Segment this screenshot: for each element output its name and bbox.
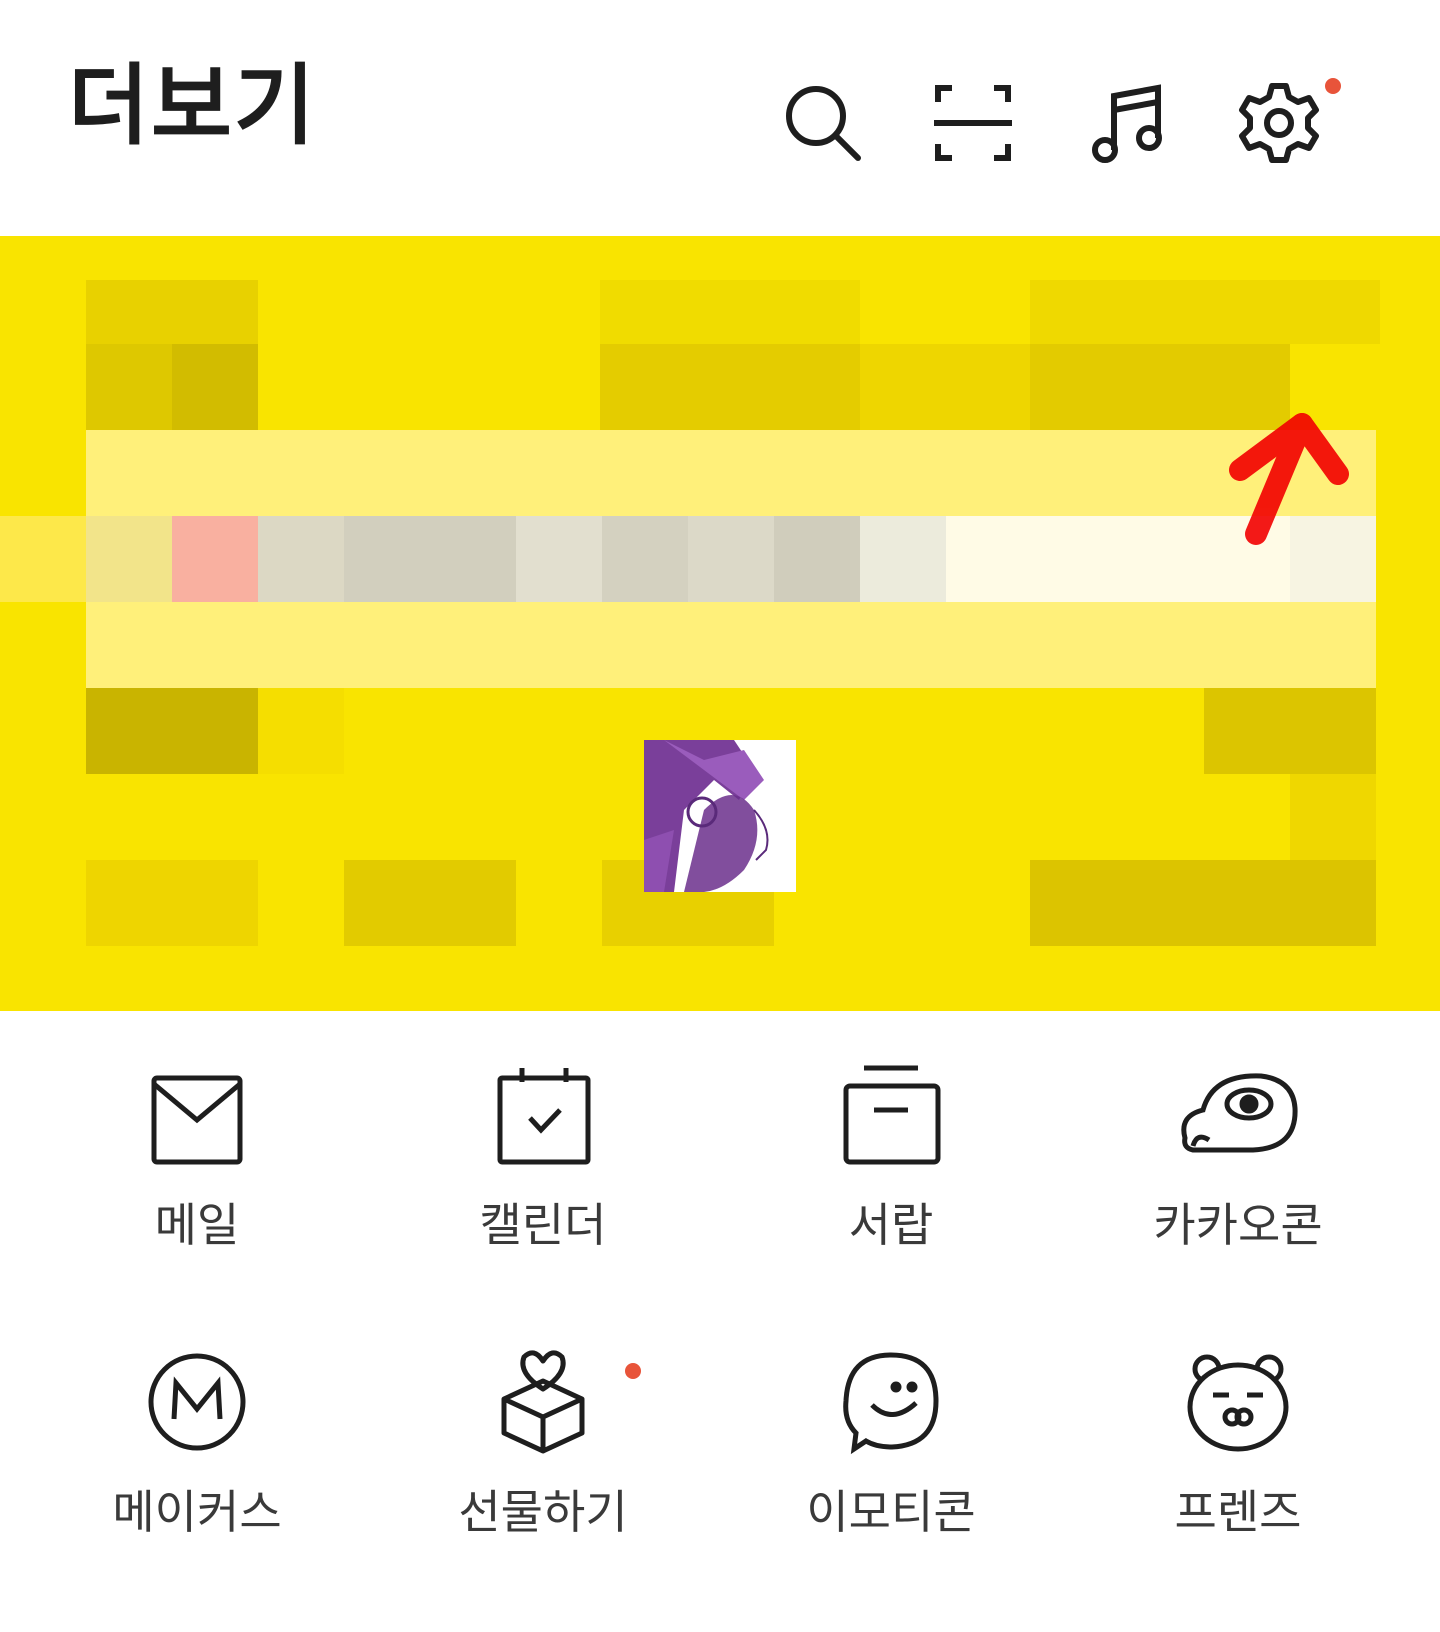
mosaic-tile <box>600 280 860 344</box>
mosaic-tile <box>172 516 258 602</box>
profile-banner[interactable] <box>0 236 1440 1011</box>
menu-item-label: 선물하기 <box>458 1485 628 1539</box>
menu-item-label: 서랍 <box>848 1198 934 1252</box>
drawer-icon <box>836 1060 946 1170</box>
mosaic-tile <box>774 516 860 602</box>
menu-item-emoticon[interactable]: 이모티콘 <box>751 1347 1031 1597</box>
menu-item-label: 카카오콘 <box>1153 1198 1323 1252</box>
makers-icon <box>142 1347 252 1457</box>
mosaic-tile <box>600 344 860 430</box>
mosaic-tile <box>86 516 172 602</box>
calendar-icon <box>488 1060 598 1170</box>
emoticon-icon <box>836 1347 946 1457</box>
mosaic-tile <box>86 860 258 946</box>
menu-item-label: 메이커스 <box>112 1485 282 1539</box>
mosaic-tile <box>1030 280 1380 344</box>
gift-badge <box>625 1363 641 1379</box>
kakaocon-icon <box>1173 1060 1303 1170</box>
mosaic-tile <box>86 430 1376 516</box>
menu-item-label: 이모티콘 <box>806 1485 976 1539</box>
annotation-arrow <box>1229 413 1349 545</box>
search-icon[interactable] <box>780 80 866 166</box>
settings-icon[interactable] <box>1236 80 1322 166</box>
mail-icon <box>142 1060 252 1170</box>
menu-item-makers[interactable]: 메이커스 <box>57 1347 337 1597</box>
mosaic-tile <box>86 280 258 344</box>
mosaic-tile <box>258 516 344 602</box>
mosaic-tile <box>86 602 1376 688</box>
music-icon[interactable] <box>1088 80 1174 166</box>
menu-item-label: 메일 <box>154 1198 240 1252</box>
menu-item-gift[interactable]: 선물하기 <box>403 1347 683 1597</box>
mosaic-tile <box>86 344 172 430</box>
profile-image[interactable] <box>644 740 796 892</box>
mosaic-tile <box>1030 860 1376 946</box>
page-title: 더보기 <box>68 54 317 157</box>
menu-item-label: 프렌즈 <box>1174 1485 1302 1539</box>
mosaic-tile <box>1204 688 1376 774</box>
mosaic-tile <box>688 516 774 602</box>
menu-item-friends[interactable]: 프렌즈 <box>1098 1347 1378 1597</box>
menu-item-mail[interactable]: 메일 <box>57 1060 337 1310</box>
gift-icon <box>488 1347 598 1457</box>
friends-icon <box>1183 1347 1293 1457</box>
menu-item-label: 캘린더 <box>479 1198 607 1252</box>
menu-item-drawer[interactable]: 서랍 <box>751 1060 1031 1310</box>
mosaic-tile <box>344 516 516 602</box>
mosaic-tile <box>86 688 258 774</box>
mosaic-tile <box>172 344 258 430</box>
mosaic-tile <box>602 516 688 602</box>
header: 더보기 <box>0 0 1440 235</box>
menu-item-calendar[interactable]: 캘린더 <box>403 1060 683 1310</box>
scan-icon[interactable] <box>930 80 1016 166</box>
mosaic-tile <box>1290 774 1376 860</box>
settings-badge <box>1325 78 1341 94</box>
mosaic-tile <box>258 688 344 774</box>
mosaic-tile <box>0 516 86 602</box>
mosaic-tile <box>860 344 1030 430</box>
mosaic-tile <box>860 516 946 602</box>
mosaic-tile <box>516 516 602 602</box>
mosaic-tile <box>344 860 516 946</box>
menu-item-kakaocon[interactable]: 카카오콘 <box>1098 1060 1378 1310</box>
